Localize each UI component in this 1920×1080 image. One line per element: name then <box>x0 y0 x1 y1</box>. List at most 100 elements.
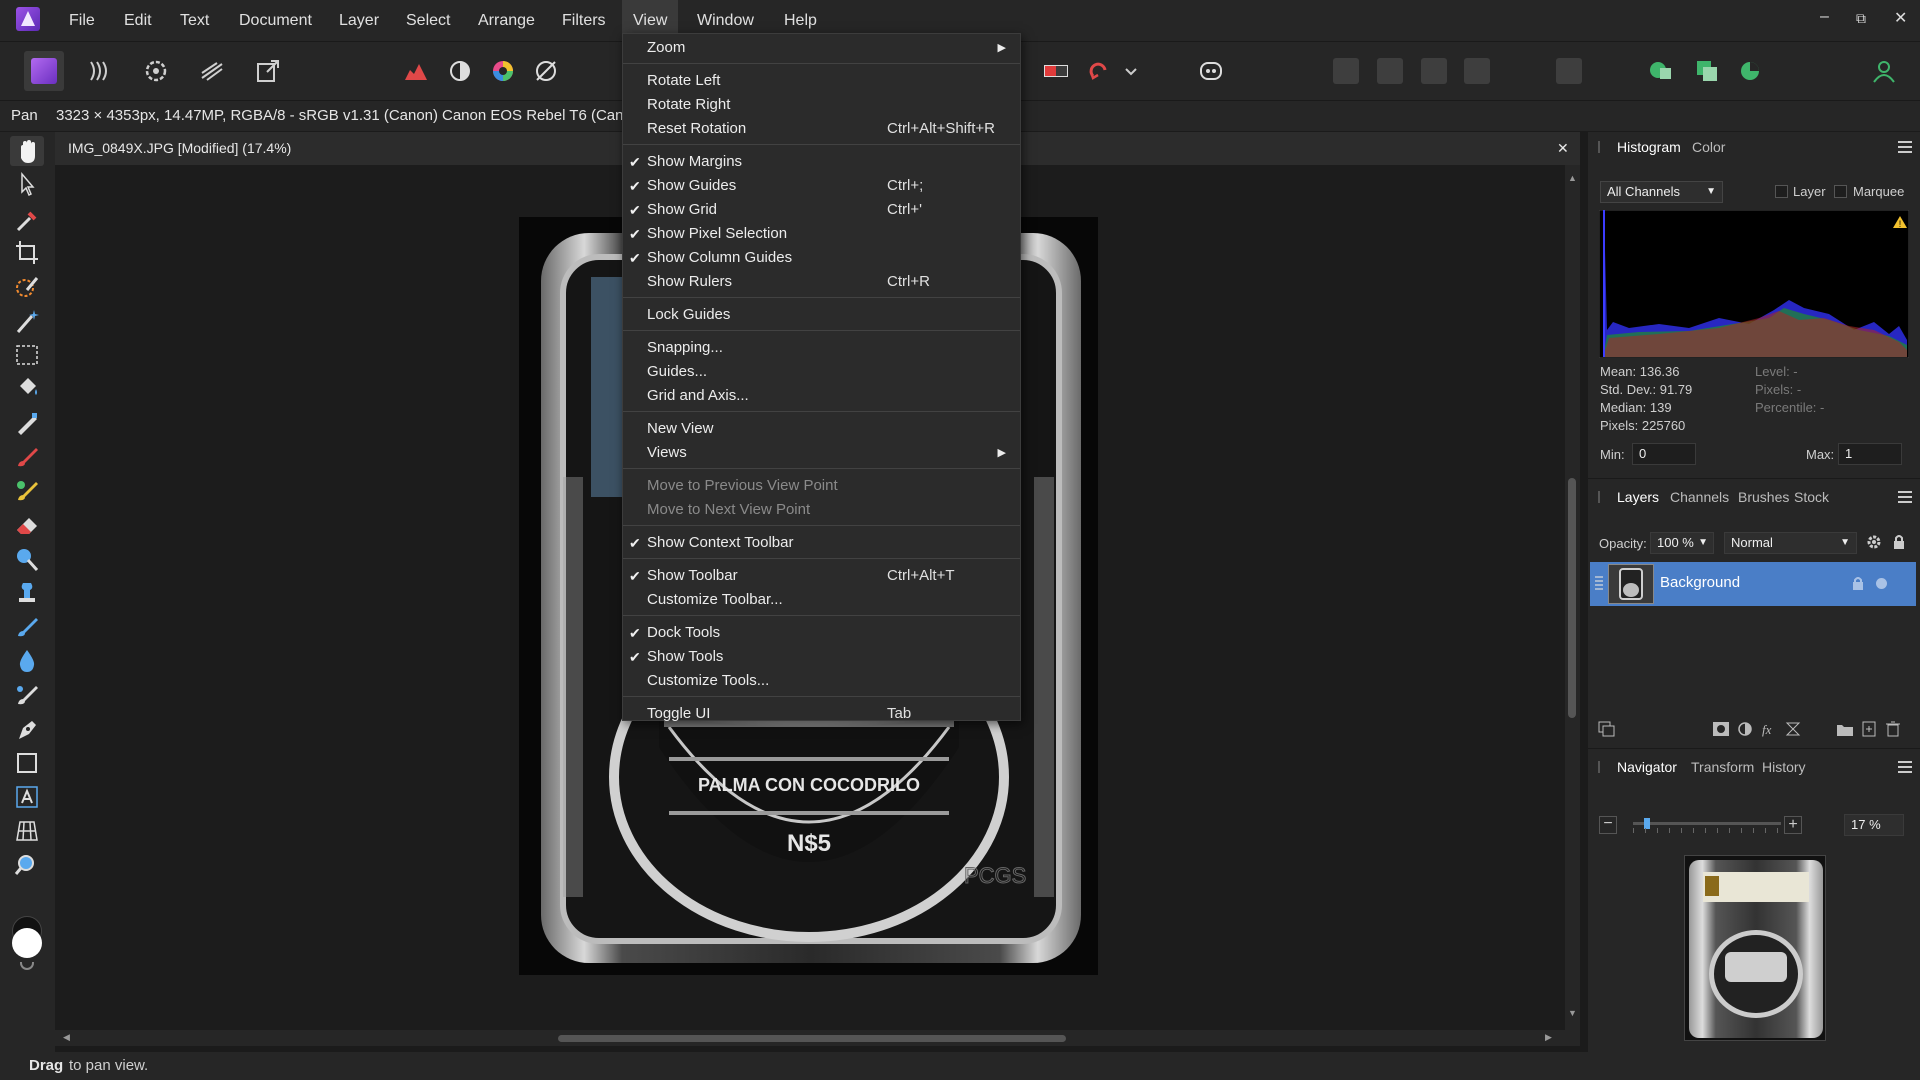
visibility-dot-icon[interactable] <box>1876 578 1887 589</box>
affinity-photo-logo-icon[interactable] <box>16 7 40 31</box>
menu-item-show-rulers[interactable]: Show Rulers Ctrl+R <box>623 270 1020 294</box>
menu-item-toggle-ui[interactable]: Toggle UI Tab <box>623 702 1020 726</box>
erase-tool[interactable] <box>10 510 44 540</box>
panel-menu-icon[interactable] <box>1898 141 1912 153</box>
develop-persona-button[interactable] <box>136 51 176 91</box>
assistant-button[interactable] <box>1191 51 1231 91</box>
force-pixel-button[interactable] <box>1730 51 1770 91</box>
menu-item-grid-and-axis[interactable]: Grid and Axis... <box>623 384 1020 408</box>
primary-color-swatch[interactable] <box>12 928 42 958</box>
mesh-warp-tool[interactable] <box>10 816 44 846</box>
insert-inside-button[interactable] <box>1370 51 1410 91</box>
min-input[interactable]: 0 <box>1632 443 1696 465</box>
tab-navigator[interactable]: Navigator <box>1617 759 1677 775</box>
menu-select[interactable]: Select <box>395 0 461 41</box>
marquee-checkbox[interactable] <box>1834 185 1847 198</box>
menu-item-show-guides[interactable]: ✔ Show Guides Ctrl+; <box>623 174 1020 198</box>
liquify-persona-button[interactable] <box>80 51 120 91</box>
scroll-right-icon[interactable]: ▶ <box>1545 1032 1552 1043</box>
tone-mapping-persona-button[interactable] <box>192 51 232 91</box>
menu-item-new-view[interactable]: New View <box>623 417 1020 441</box>
white-balance-button[interactable] <box>440 51 480 91</box>
panel-grip[interactable] <box>1598 141 1600 153</box>
navigator-preview[interactable] <box>1684 855 1826 1041</box>
new-layer-icon[interactable] <box>1860 721 1878 737</box>
flood-select-tool[interactable] <box>10 306 44 336</box>
menu-file[interactable]: File <box>58 0 106 41</box>
scroll-down-icon[interactable]: ▼ <box>1568 1008 1577 1018</box>
dodge-tool[interactable] <box>10 544 44 574</box>
paint-brush-tool[interactable] <box>10 442 44 472</box>
menu-item-rotate-left[interactable]: Rotate Left <box>623 69 1020 93</box>
adjustment-icon[interactable] <box>1736 721 1754 737</box>
clone-tool[interactable] <box>10 578 44 608</box>
menu-item-guides[interactable]: Guides... <box>623 360 1020 384</box>
tab-brushes[interactable]: Brushes <box>1738 489 1789 505</box>
tab-channels[interactable]: Channels <box>1670 489 1729 505</box>
horizontal-scrollbar[interactable]: ◀ ▶ <box>55 1030 1580 1046</box>
crop-tool[interactable] <box>10 238 44 268</box>
fx-icon[interactable]: fx <box>1760 721 1778 737</box>
account-button[interactable] <box>1864 51 1904 91</box>
scroll-up-icon[interactable]: ▲ <box>1568 173 1577 183</box>
menu-item-show-tools[interactable]: ✔ Show Tools <box>623 645 1020 669</box>
menu-item-rotate-right[interactable]: Rotate Right <box>623 93 1020 117</box>
arrange-back-button[interactable] <box>1414 51 1454 91</box>
zoom-out-icon[interactable]: − <box>1599 816 1617 834</box>
menu-arrange[interactable]: Arrange <box>467 0 546 41</box>
menu-item-show-grid[interactable]: ✔ Show Grid Ctrl+' <box>623 198 1020 222</box>
color-replacement-tool[interactable] <box>10 476 44 506</box>
arrange-front-button[interactable] <box>1457 51 1497 91</box>
export-persona-button[interactable] <box>248 51 288 91</box>
layer-checkbox[interactable] <box>1775 185 1788 198</box>
layer-row-background[interactable]: Background <box>1590 562 1916 606</box>
menu-document[interactable]: Document <box>228 0 323 41</box>
menu-item-move-to-next-view-point[interactable]: Move to Next View Point <box>623 498 1020 522</box>
align-button[interactable] <box>1549 51 1589 91</box>
restore-icon[interactable]: ⧉ <box>1856 10 1866 27</box>
tab-layers[interactable]: Layers <box>1617 489 1659 505</box>
trash-icon[interactable] <box>1884 721 1902 737</box>
menu-item-customize-tools[interactable]: Customize Tools... <box>623 669 1020 693</box>
menu-item-show-pixel-selection[interactable]: ✔ Show Pixel Selection <box>623 222 1020 246</box>
snapping-button[interactable] <box>1641 51 1681 91</box>
pen-tool[interactable] <box>10 714 44 744</box>
layer-settings-button[interactable] <box>1865 533 1883 551</box>
menu-item-move-to-previous-view-point[interactable]: Move to Previous View Point <box>623 474 1020 498</box>
drag-handle-icon[interactable] <box>1595 576 1603 590</box>
panel-menu-icon[interactable] <box>1898 761 1912 773</box>
zoom-in-icon[interactable]: + <box>1784 816 1802 834</box>
lock-layer-button[interactable] <box>1890 533 1908 551</box>
quick-mask-button[interactable] <box>1037 51 1077 91</box>
layer-duplicate-icon[interactable] <box>1598 721 1616 737</box>
max-input[interactable]: 1 <box>1838 443 1902 465</box>
recolor-button[interactable] <box>526 51 566 91</box>
opacity-field[interactable]: 100 % ▼ <box>1650 532 1714 554</box>
zoom-tool[interactable] <box>10 850 44 880</box>
menu-item-views[interactable]: Views ▶ <box>623 441 1020 465</box>
inpainting-tool[interactable] <box>10 680 44 710</box>
live-filter-icon[interactable] <box>1784 721 1802 737</box>
folder-icon[interactable] <box>1836 721 1854 737</box>
refine-selection-button[interactable] <box>1079 51 1119 91</box>
menu-filters[interactable]: Filters <box>551 0 617 41</box>
levels-button[interactable] <box>396 51 436 91</box>
snapping-options-button[interactable] <box>1687 51 1727 91</box>
menu-item-zoom[interactable]: Zoom ▶ <box>623 36 1020 60</box>
minimize-icon[interactable]: – <box>1820 8 1829 26</box>
mask-icon[interactable] <box>1712 721 1730 737</box>
menu-item-show-toolbar[interactable]: ✔ Show Toolbar Ctrl+Alt+T <box>623 564 1020 588</box>
panel-menu-icon[interactable] <box>1898 491 1912 503</box>
menu-text[interactable]: Text <box>169 0 220 41</box>
horizontal-scroll-thumb[interactable] <box>558 1035 1066 1042</box>
scroll-left-icon[interactable]: ◀ <box>63 1032 70 1043</box>
pixel-tool[interactable] <box>10 408 44 438</box>
flood-fill-tool[interactable] <box>10 374 44 404</box>
vertical-scrollbar[interactable]: ▲ ▼ <box>1565 165 1580 1030</box>
menu-item-customize-toolbar[interactable]: Customize Toolbar... <box>623 588 1020 612</box>
insert-behind-button[interactable] <box>1326 51 1366 91</box>
panel-grip[interactable] <box>1598 491 1600 503</box>
move-tool[interactable] <box>10 170 44 200</box>
menu-item-snapping[interactable]: Snapping... <box>623 336 1020 360</box>
hsl-button[interactable] <box>483 51 523 91</box>
